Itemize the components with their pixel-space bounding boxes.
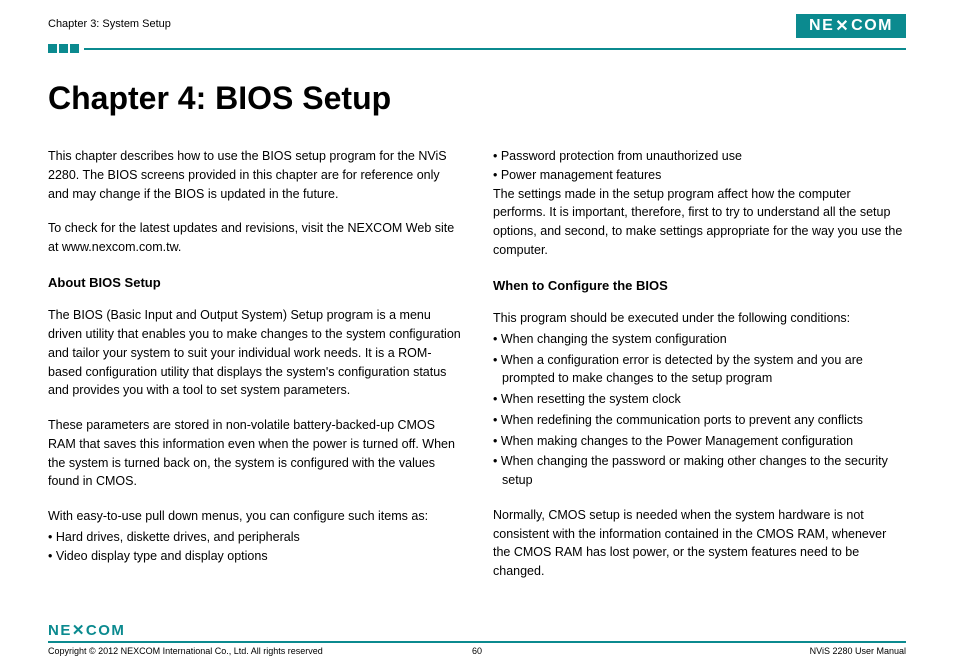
left-column: This chapter describes how to use the BI… [48, 147, 461, 597]
about-bios-heading: About BIOS Setup [48, 273, 461, 293]
copyright-text: Copyright © 2012 NEXCOM International Co… [48, 646, 323, 656]
logo-text-left: NE [809, 17, 834, 35]
square-icon [70, 44, 79, 53]
footer-logo-x-icon: ✕ [72, 622, 86, 639]
page-number: 60 [472, 646, 482, 656]
footer-rule [48, 641, 906, 643]
bullet-hard-drives: • Hard drives, diskette drives, and peri… [48, 528, 461, 547]
square-icon [59, 44, 68, 53]
bullet-power-mgmt: • Power management features [493, 166, 906, 185]
footer-logo-left: NE [48, 622, 72, 639]
update-paragraph: To check for the latest updates and revi… [48, 219, 461, 257]
cmos-paragraph: Normally, CMOS setup is needed when the … [493, 506, 906, 581]
cond-4: • When redefining the communication port… [493, 411, 906, 430]
footer-logo-right: COM [86, 622, 126, 639]
cond-1: • When changing the system configuration [493, 330, 906, 349]
footer-row: Copyright © 2012 NEXCOM International Co… [48, 646, 906, 656]
bullet-video-display: • Video display type and display options [48, 547, 461, 566]
manual-name: NViS 2280 User Manual [810, 646, 906, 656]
content-area: Chapter 4: BIOS Setup This chapter descr… [0, 52, 954, 597]
conditions-intro: This program should be executed under th… [493, 309, 906, 328]
header-rule [84, 48, 906, 50]
cond-3: • When resetting the system clock [493, 390, 906, 409]
bios-desc-1: The BIOS (Basic Input and Output System)… [48, 306, 461, 400]
chapter-title: Chapter 4: BIOS Setup [48, 80, 906, 117]
settings-paragraph: The settings made in the setup program a… [493, 185, 906, 260]
menu-intro: With easy-to-use pull down menus, you ca… [48, 507, 461, 526]
cond-2: • When a configuration error is detected… [493, 351, 906, 389]
footer-nexcom-logo: NE✕COM [48, 621, 906, 639]
page-header: Chapter 3: System Setup NE✕COM [0, 0, 954, 52]
logo-text-right: COM [851, 17, 893, 35]
square-icon [48, 44, 57, 53]
decorative-squares [48, 44, 79, 53]
two-column-layout: This chapter describes how to use the BI… [48, 147, 906, 597]
page-footer: NE✕COM Copyright © 2012 NEXCOM Internati… [0, 621, 954, 656]
bios-desc-2: These parameters are stored in non-volat… [48, 416, 461, 491]
nexcom-logo: NE✕COM [796, 14, 906, 38]
header-chapter-label: Chapter 3: System Setup [48, 18, 906, 30]
right-column: • Password protection from unauthorized … [493, 147, 906, 597]
cond-5: • When making changes to the Power Manag… [493, 432, 906, 451]
bullet-password: • Password protection from unauthorized … [493, 147, 906, 166]
intro-paragraph: This chapter describes how to use the BI… [48, 147, 461, 203]
cond-6: • When changing the password or making o… [493, 452, 906, 490]
logo-x-icon: ✕ [835, 16, 850, 36]
when-configure-heading: When to Configure the BIOS [493, 276, 906, 296]
